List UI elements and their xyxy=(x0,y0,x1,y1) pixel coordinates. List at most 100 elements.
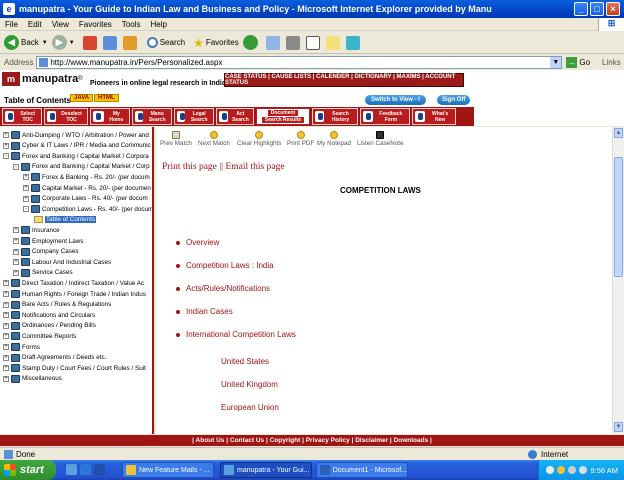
tree-node[interactable]: + Forex & Banking - Rs. 20/- (per docum xyxy=(23,172,150,182)
collapse-icon[interactable]: - xyxy=(23,206,29,213)
tree-node[interactable]: + Forms xyxy=(3,342,40,352)
item-competition-laws-india[interactable]: Competition Laws : India xyxy=(176,261,274,270)
menu-tools[interactable]: Tools xyxy=(117,20,146,29)
sub-item-united-states[interactable]: United States xyxy=(221,357,269,366)
menu-favorites[interactable]: Favorites xyxy=(74,20,117,29)
content-scrollbar[interactable]: ▲ ▼ xyxy=(612,127,624,434)
my-notepad-button[interactable]: My Notepad xyxy=(317,131,351,147)
expand-icon[interactable]: + xyxy=(3,291,9,297)
scroll-down-icon[interactable]: ▼ xyxy=(614,422,623,432)
expand-icon[interactable]: + xyxy=(13,248,19,255)
tree-node[interactable]: - Competition Laws - Rs. 40/- (per docum xyxy=(23,204,152,214)
deselect-toc-button[interactable]: Deselect TOC xyxy=(44,108,88,125)
expand-icon[interactable]: + xyxy=(3,322,9,329)
menu-view[interactable]: View xyxy=(47,20,74,29)
favorites-button[interactable]: ★ Favorites xyxy=(193,36,239,50)
toc-tree-pane[interactable]: + Anti-Dumping / WTO / Arbitration / Powe… xyxy=(0,127,154,434)
tree-node[interactable]: + Insurance xyxy=(13,225,60,235)
address-input[interactable]: http://www.manupatra.in/Pers/Personalize… xyxy=(36,56,563,69)
search-button[interactable]: Search xyxy=(146,37,185,48)
my-home-button[interactable]: My Home xyxy=(90,108,130,125)
close-button[interactable]: × xyxy=(606,2,620,16)
whats-new-button[interactable]: What's New xyxy=(412,108,456,125)
task-manupatra-browser[interactable]: manupatra - Your Gui... xyxy=(220,462,312,478)
tree-node[interactable]: + Bare Acts / Rules & Regulations xyxy=(3,300,111,310)
tray-icon[interactable] xyxy=(546,466,555,474)
clock[interactable]: 9:56 AM xyxy=(590,466,618,475)
tree-node[interactable]: + Miscellaneous xyxy=(3,374,62,384)
html-view-button[interactable]: HTML xyxy=(94,94,119,102)
task-word-document[interactable]: Document1 - Microsof... xyxy=(316,462,408,478)
print-button[interactable] xyxy=(285,35,302,50)
expand-icon[interactable]: + xyxy=(3,375,9,382)
select-toc-button[interactable]: Select TOC xyxy=(2,108,42,125)
tree-node[interactable]: + Committee Reports xyxy=(3,331,76,341)
tree-node[interactable]: + Direct Taxation / Indirect Taxation / V… xyxy=(3,278,144,288)
tree-node[interactable]: + Service Cases xyxy=(13,268,73,278)
expand-icon[interactable]: + xyxy=(3,312,9,319)
collapse-icon[interactable]: - xyxy=(3,153,9,160)
minimize-button[interactable]: _ xyxy=(574,2,588,16)
next-match-button[interactable]: Next Match xyxy=(198,131,230,147)
scroll-thumb[interactable] xyxy=(614,157,623,277)
expand-icon[interactable]: + xyxy=(3,354,9,361)
chevron-down-icon[interactable]: ▼ xyxy=(42,40,48,46)
act-search-button[interactable]: Act Search xyxy=(216,108,254,125)
tree-node[interactable]: + Draft Agreements / Deeds etc. xyxy=(3,353,106,363)
word-quicklaunch-icon[interactable] xyxy=(94,464,105,475)
expand-icon[interactable]: + xyxy=(23,174,29,181)
tree-node[interactable]: + Company Cases xyxy=(13,247,79,257)
item-acts-rules-notifications[interactable]: Acts/Rules/Notifications xyxy=(176,284,270,293)
expand-icon[interactable]: + xyxy=(23,195,29,202)
menu-help[interactable]: Help xyxy=(145,20,171,29)
tree-node[interactable]: + Corporate Laws - Rs. 40/- (per docum xyxy=(23,194,148,204)
expand-icon[interactable]: + xyxy=(23,185,29,191)
expand-icon[interactable]: + xyxy=(13,269,19,276)
maximize-button[interactable]: □ xyxy=(590,2,604,16)
history-button[interactable] xyxy=(242,35,260,50)
menu-file[interactable]: File xyxy=(0,20,23,29)
back-button[interactable]: ◀ Back ▼ xyxy=(4,35,48,50)
expand-icon[interactable]: + xyxy=(3,365,9,372)
top-nav-links[interactable]: CASE STATUS | CAUSE LISTS | CALENDER | D… xyxy=(224,73,464,87)
stop-button[interactable] xyxy=(82,35,99,50)
sub-item-united-kingdom[interactable]: United Kingdom xyxy=(221,380,278,389)
tree-node[interactable]: + Labour And Industrial Cases xyxy=(13,257,111,267)
tree-node[interactable]: + Ordinances / Pending Bills xyxy=(3,321,96,331)
edit-button[interactable] xyxy=(305,35,322,50)
expand-icon[interactable]: + xyxy=(13,238,19,244)
scroll-up-icon[interactable]: ▲ xyxy=(614,128,623,138)
java-view-button[interactable]: JAVA xyxy=(70,94,94,102)
tree-node[interactable]: + Notifications and Circulars xyxy=(3,310,95,320)
tree-node[interactable]: - Forex and Banking / Capital Market / Co… xyxy=(3,151,149,161)
tree-node[interactable]: + Stamp Duty / Court Fees / Court Rules /… xyxy=(3,363,146,373)
window-titlebar[interactable]: e manupatra - Your Guide to Indian Law a… xyxy=(0,0,624,18)
legal-search-button[interactable]: Legal Search xyxy=(174,108,214,125)
volume-icon[interactable] xyxy=(579,466,588,474)
clear-highlights-button[interactable]: Clear Highlights xyxy=(237,131,281,147)
home-button[interactable] xyxy=(122,35,139,50)
sign-off-button[interactable]: Sign Off xyxy=(437,95,471,105)
tree-node[interactable]: Table of Contents xyxy=(34,215,97,225)
listen-casenote-button[interactable]: Listen CaseNote xyxy=(357,131,404,147)
collapse-icon[interactable]: - xyxy=(13,163,19,170)
task-new-feature-mails[interactable]: New Feature Mails - ... xyxy=(122,462,214,478)
start-button[interactable]: start xyxy=(0,460,56,480)
site-footer-links[interactable]: | About Us | Contact Us | Copyright | Pr… xyxy=(0,435,624,446)
network-icon[interactable] xyxy=(568,466,577,474)
item-international-competition-laws[interactable]: International Competition Laws xyxy=(176,330,296,339)
expand-icon[interactable]: + xyxy=(3,301,9,308)
menu-edit[interactable]: Edit xyxy=(23,20,47,29)
prev-match-button[interactable]: Prev Match xyxy=(160,131,192,147)
links-toolbar[interactable]: Links xyxy=(602,58,621,67)
mail-button[interactable] xyxy=(265,35,282,50)
tree-node[interactable]: - Forex and Banking / Capital Market / Co… xyxy=(13,162,150,172)
item-indian-cases[interactable]: Indian Cases xyxy=(176,307,233,316)
expand-icon[interactable]: + xyxy=(3,280,9,287)
ie-quicklaunch-icon[interactable] xyxy=(80,464,91,475)
print-page-link[interactable]: Print this page xyxy=(162,162,217,172)
email-page-link[interactable]: Email this page xyxy=(225,162,284,172)
expand-icon[interactable]: + xyxy=(3,132,9,138)
expand-icon[interactable]: + xyxy=(3,142,9,149)
tree-node[interactable]: + Cyber & IT Laws / IPR / Media and Commu… xyxy=(3,141,151,151)
